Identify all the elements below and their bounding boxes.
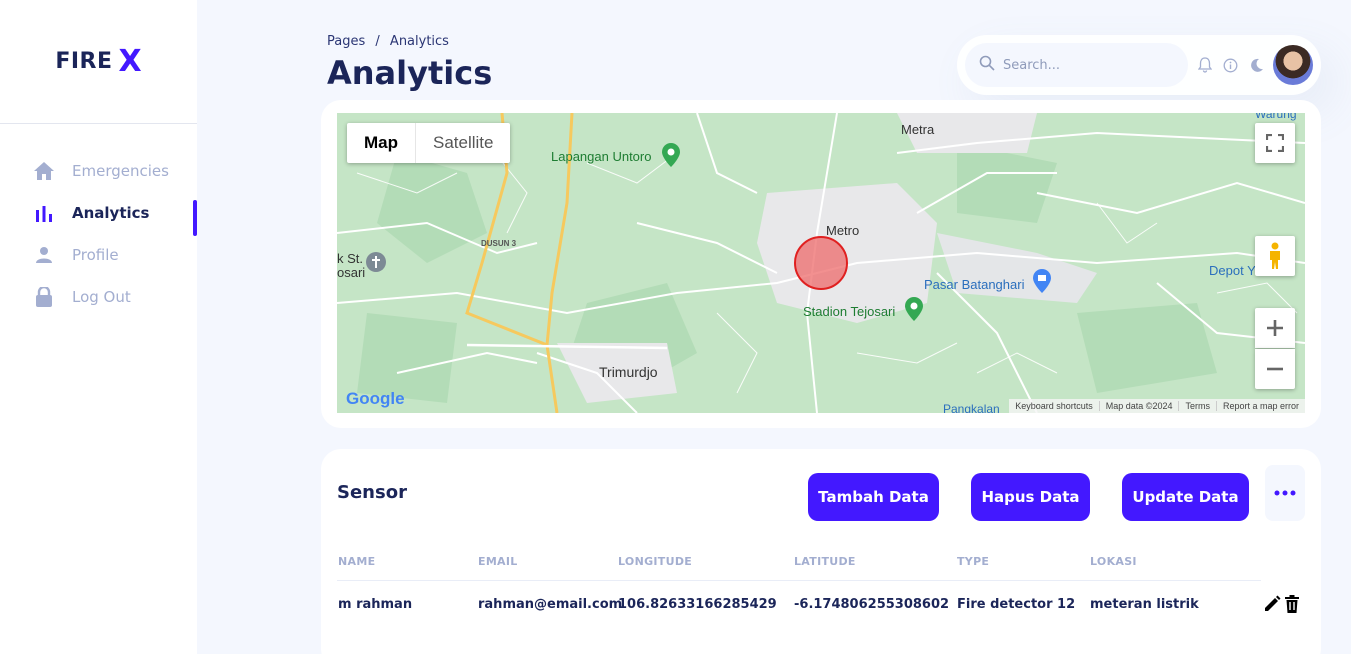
- bar-chart-icon: [34, 203, 54, 223]
- google-logo-text: Google: [346, 389, 405, 408]
- map-label-pangkalan: Pangkalan: [943, 402, 1000, 413]
- map-label-dusun: DUSUN 3: [481, 239, 517, 248]
- column-header-lokasi[interactable]: LOKASI: [1090, 555, 1137, 568]
- fullscreen-icon: [1266, 134, 1284, 152]
- cell-type: Fire detector 12: [957, 597, 1076, 612]
- breadcrumb: Pages / Analytics: [327, 34, 449, 49]
- table-divider: [337, 580, 1261, 581]
- zoom-out-button[interactable]: [1255, 349, 1295, 389]
- google-logo: Google: [346, 389, 405, 409]
- tambah-data-button[interactable]: Tambah Data: [808, 473, 939, 521]
- delete-icon[interactable]: [1284, 595, 1302, 613]
- map-pin-stadium-icon: [905, 297, 923, 325]
- column-header-name[interactable]: NAME: [338, 555, 375, 568]
- map-label-sari: osari: [337, 265, 366, 280]
- breadcrumb-separator: /: [375, 34, 380, 49]
- search-box[interactable]: [965, 43, 1188, 87]
- map-label-depot: Depot Y: [1209, 263, 1256, 278]
- pegman-icon: [1270, 242, 1280, 269]
- map-label-st: k St.: [337, 251, 364, 266]
- search-icon: [979, 55, 995, 75]
- home-icon: [34, 161, 54, 181]
- edit-icon[interactable]: [1263, 595, 1281, 613]
- page-title: Analytics: [327, 54, 493, 92]
- map-label-stadion: Stadion Tejosari: [803, 304, 896, 319]
- cell-name: m rahman: [338, 597, 413, 612]
- map-type-map-button[interactable]: Map: [347, 123, 415, 163]
- avatar[interactable]: [1273, 45, 1313, 85]
- bell-icon[interactable]: [1192, 52, 1218, 78]
- lock-icon: [34, 287, 54, 307]
- map-pin-gray-icon: [365, 251, 387, 277]
- column-header-email[interactable]: EMAIL: [478, 555, 518, 568]
- fullscreen-button[interactable]: [1255, 123, 1295, 163]
- moon-icon[interactable]: [1243, 52, 1269, 78]
- street-view-button[interactable]: [1255, 236, 1295, 276]
- sidebar-item-label: Emergencies: [72, 162, 169, 180]
- person-icon: [34, 245, 54, 265]
- terms-link[interactable]: Terms: [1178, 401, 1216, 411]
- cell-email: rahman@email.com: [478, 597, 623, 612]
- map-label-trimurdjo: Trimurdjo: [599, 364, 658, 380]
- map-pin-green-icon: [662, 143, 680, 171]
- zoom-in-button[interactable]: [1255, 308, 1295, 348]
- map-label-warung: Warung: [1255, 113, 1297, 121]
- more-dots-icon: [1274, 490, 1296, 496]
- sidebar-item-label: Analytics: [72, 204, 150, 222]
- map-type-satellite-button[interactable]: Satellite: [415, 123, 510, 163]
- column-header-type[interactable]: TYPE: [957, 555, 989, 568]
- map-data-text: Map data ©2024: [1098, 401, 1179, 411]
- update-data-button[interactable]: Update Data: [1122, 473, 1249, 521]
- map-label-pasar: Pasar Batanghari: [924, 277, 1025, 292]
- sidebar-nav: Emergencies Analytics Profile Log Out: [0, 150, 197, 318]
- cell-lokasi: meteran listrik: [1090, 597, 1199, 612]
- map-attribution: Keyboard shortcuts Map data ©2024 Terms …: [1009, 399, 1305, 413]
- map-pin-shop-icon: [1033, 269, 1051, 297]
- brand-word-x: X: [118, 44, 142, 79]
- map-type-toggle: Map Satellite: [347, 123, 511, 163]
- breadcrumb-current[interactable]: Analytics: [390, 34, 449, 49]
- map-label-lapangan: Lapangan Untoro: [551, 149, 652, 164]
- search-input[interactable]: [1003, 57, 1173, 73]
- cell-longitude: 106.82633166285429: [618, 597, 777, 612]
- cell-latitude: -6.174806255308602: [794, 597, 950, 612]
- sidebar-item-emergencies[interactable]: Emergencies: [0, 150, 197, 192]
- brand-logo[interactable]: FIRE X: [0, 0, 197, 124]
- map-label-metro: Metro: [826, 223, 860, 238]
- map-label-metra: Metra: [901, 122, 935, 137]
- hapus-data-button[interactable]: Hapus Data: [971, 473, 1090, 521]
- map-view[interactable]: Map Satellite Warung Metra Lapangan Unto…: [337, 113, 1305, 413]
- topbar: [957, 35, 1321, 95]
- sensor-title: Sensor: [337, 482, 407, 503]
- info-icon[interactable]: [1218, 52, 1244, 78]
- breadcrumb-root[interactable]: Pages: [327, 34, 365, 49]
- more-options-button[interactable]: [1265, 465, 1305, 521]
- plus-icon: [1267, 320, 1283, 336]
- sidebar-item-analytics[interactable]: Analytics: [0, 192, 197, 236]
- report-error-link[interactable]: Report a map error: [1215, 401, 1305, 411]
- sidebar-item-profile[interactable]: Profile: [0, 234, 197, 276]
- keyboard-shortcuts-link[interactable]: Keyboard shortcuts: [1009, 401, 1099, 411]
- brand-word-fire: FIRE: [55, 49, 113, 74]
- minus-icon: [1267, 367, 1283, 371]
- column-header-longitude[interactable]: LONGITUDE: [618, 555, 692, 568]
- sidebar-item-label: Profile: [72, 246, 119, 264]
- sidebar: FIRE X Emergencies Analytics Profile Log…: [0, 0, 197, 654]
- sidebar-item-label: Log Out: [72, 288, 131, 306]
- column-header-latitude[interactable]: LATITUDE: [794, 555, 856, 568]
- sidebar-item-logout[interactable]: Log Out: [0, 276, 197, 318]
